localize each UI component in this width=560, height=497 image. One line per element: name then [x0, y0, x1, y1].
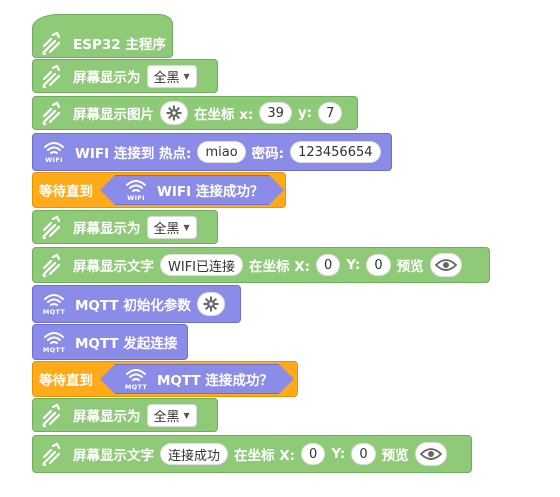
coord-label: 在坐标 X: — [234, 448, 296, 464]
mqtt-icon-text: MQTT — [124, 382, 148, 391]
fill-color-dropdown[interactable]: 全黑 ▼ — [146, 215, 197, 239]
chevron-down-icon: ▼ — [183, 71, 190, 81]
eye-icon — [434, 259, 457, 271]
gear-icon — [166, 105, 182, 121]
coord-label: 在坐标 x: — [194, 107, 254, 123]
wifi-icon-text: WIFI — [45, 155, 63, 164]
preview-label: 预览 — [396, 259, 424, 275]
y-label: Y: — [346, 257, 361, 273]
wait-until-mqtt-block[interactable]: 等待直到 MQTT MQTT 连接成功？ — [32, 361, 298, 397]
block-label: 等待直到 — [39, 184, 93, 200]
x-input[interactable]: 0 — [316, 254, 341, 276]
mqtt-settings-button[interactable] — [196, 292, 225, 316]
block-label: 屏幕显示文字 — [73, 259, 154, 275]
screen-show-image-block[interactable]: 屏幕显示图片 在坐标 x: 39 y: 7 — [32, 96, 358, 130]
dropdown-value: 全黑 — [153, 409, 180, 425]
wait-until-wifi-block[interactable]: 等待直到 WIFI WIFI 连接成功？ — [32, 172, 286, 208]
condition-label: WIFI 连接成功？ — [157, 184, 264, 200]
ssid-input[interactable]: miao — [197, 141, 246, 163]
password-input[interactable]: 123456654 — [290, 141, 381, 163]
block-label: 等待直到 — [39, 373, 93, 389]
gesture-icon — [39, 62, 67, 90]
gear-icon — [203, 296, 219, 312]
gesture-icon — [39, 99, 67, 127]
x-input[interactable]: 0 — [301, 443, 326, 465]
mqtt-connected-condition[interactable]: MQTT MQTT 连接成功？ — [100, 364, 294, 394]
chevron-down-icon: ▼ — [183, 410, 190, 420]
condition-label: MQTT 连接成功？ — [157, 373, 273, 389]
wifi-connected-condition[interactable]: WIFI WIFI 连接成功？ — [99, 175, 285, 205]
eye-icon — [419, 448, 442, 460]
screen-show-text-block[interactable]: 屏幕显示文字 连接成功 在坐标 X: 0 Y: 0 预览 — [32, 435, 472, 473]
y-input[interactable]: 7 — [318, 102, 343, 124]
block-label: 屏幕显示为 — [73, 409, 141, 425]
block-label: MQTT 发起连接 — [75, 336, 178, 352]
y-input[interactable]: 0 — [366, 254, 391, 276]
gesture-icon — [39, 213, 67, 241]
wifi-icon: MQTT — [39, 290, 69, 318]
wifi-icon: MQTT — [121, 365, 151, 393]
wifi-icon: MQTT — [39, 328, 69, 356]
screen-fill-block[interactable]: 屏幕显示为 全黑 ▼ — [32, 398, 218, 432]
code-workspace[interactable]: ESP32 主程序 屏幕显示为 全黑 ▼ 屏幕显示图片 在坐标 x: 39 y:… — [0, 0, 560, 497]
text-input[interactable]: 连接成功 — [160, 443, 229, 465]
mqtt-init-block[interactable]: MQTT MQTT 初始化参数 — [32, 285, 241, 323]
wifi-icon: WIFI — [39, 138, 69, 166]
block-label: 屏幕显示为 — [73, 221, 141, 237]
preview-label: 预览 — [381, 448, 409, 464]
y-input[interactable]: 0 — [351, 443, 376, 465]
esp32-main-block[interactable]: ESP32 主程序 — [32, 14, 173, 58]
gesture-icon — [39, 440, 67, 468]
screen-fill-block[interactable]: 屏幕显示为 全黑 ▼ — [32, 59, 218, 93]
mqtt-icon-text: MQTT — [42, 307, 66, 316]
dropdown-value: 全黑 — [153, 70, 180, 86]
mqtt-icon-text: MQTT — [42, 345, 66, 354]
gesture-icon — [39, 251, 67, 279]
wifi-icon-text: WIFI — [127, 193, 145, 202]
text-input[interactable]: WIFI已连接 — [160, 254, 243, 276]
block-label: ESP32 主程序 — [73, 37, 166, 53]
preview-button[interactable] — [414, 442, 447, 466]
block-label: 屏幕显示图片 — [73, 107, 154, 123]
dropdown-value: 全黑 — [153, 221, 180, 237]
block-label: 屏幕显示为 — [73, 70, 141, 86]
password-label: 密码: — [251, 146, 285, 162]
block-label: 屏幕显示文字 — [73, 448, 154, 464]
screen-show-text-block[interactable]: 屏幕显示文字 WIFI已连接 在坐标 X: 0 Y: 0 预览 — [32, 247, 490, 283]
screen-fill-block[interactable]: 屏幕显示为 全黑 ▼ — [32, 210, 218, 244]
coord-label: 在坐标 X: — [249, 259, 311, 275]
x-input[interactable]: 39 — [259, 102, 292, 124]
chevron-down-icon: ▼ — [183, 222, 190, 232]
fill-color-dropdown[interactable]: 全黑 ▼ — [146, 64, 197, 88]
wifi-icon: WIFI — [121, 176, 151, 204]
wifi-connect-block[interactable]: WIFI WIFI 连接到 热点: miao 密码: 123456654 — [32, 133, 392, 171]
block-label: MQTT 初始化参数 — [75, 298, 191, 314]
block-label: WIFI 连接到 热点: — [75, 146, 192, 162]
y-label: Y: — [331, 446, 346, 462]
y-label: y: — [297, 105, 313, 121]
preview-button[interactable] — [429, 253, 462, 277]
gesture-icon — [39, 29, 67, 57]
fill-color-dropdown[interactable]: 全黑 ▼ — [146, 403, 197, 427]
mqtt-connect-block[interactable]: MQTT MQTT 发起连接 — [32, 324, 188, 360]
image-picker-button[interactable] — [160, 101, 188, 125]
gesture-icon — [39, 401, 67, 429]
